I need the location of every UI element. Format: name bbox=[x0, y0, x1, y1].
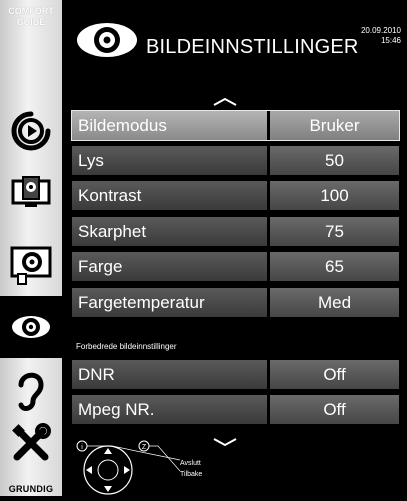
back-label: Tilbake bbox=[180, 471, 203, 478]
tools-icon[interactable] bbox=[0, 412, 62, 474]
menu-row-value[interactable]: Bruker bbox=[270, 111, 399, 140]
menu-row-lys[interactable]: Lys 50 bbox=[72, 146, 399, 175]
date-time: 20.09.2010 15:46 bbox=[361, 26, 401, 46]
date-text: 20.09.2010 bbox=[360, 26, 401, 35]
menu-row-label: DNR bbox=[72, 360, 267, 389]
exit-key-glyph: i bbox=[81, 444, 83, 451]
scroll-down-icon[interactable] bbox=[212, 434, 238, 447]
picture-eye-icon[interactable] bbox=[0, 296, 62, 358]
menu-row-value[interactable]: Off bbox=[270, 360, 399, 389]
time-text: 15:46 bbox=[380, 36, 401, 45]
menu-row-label: Fargetemperatur bbox=[72, 288, 267, 317]
menu-row-value[interactable]: Off bbox=[270, 395, 399, 424]
menu-row-dnr[interactable]: DNR Off bbox=[72, 360, 399, 389]
menu-row-value[interactable]: 75 bbox=[270, 217, 399, 246]
exit-label: Avslutt bbox=[180, 460, 201, 467]
menu-row-label: Kontrast bbox=[72, 181, 267, 210]
menu-row-label: Farge bbox=[72, 252, 267, 281]
menu-row-kontrast[interactable]: Kontrast 100 bbox=[72, 181, 399, 210]
picture-settings-panel: BILDEINNSTILLINGER 20.09.2010 15:46 Bild… bbox=[62, 0, 407, 496]
install-icon[interactable] bbox=[0, 234, 62, 296]
comfort-guide-label-line-2: GUIDE bbox=[16, 17, 46, 27]
comfort-guide-label: COMFORT GUIDE bbox=[0, 6, 62, 28]
comfort-guide-label-line-1: COMFORT bbox=[8, 6, 54, 16]
brand-logo: GRUNDIG bbox=[8, 484, 54, 494]
menu-row-value[interactable]: 50 bbox=[270, 146, 399, 175]
menu-row-value[interactable]: 65 bbox=[270, 252, 399, 281]
tv-settings-icon[interactable] bbox=[0, 162, 62, 224]
play-source-icon[interactable] bbox=[0, 100, 62, 162]
menu-row-label: Lys bbox=[72, 146, 267, 175]
menu-row-label: Skarphet bbox=[72, 217, 267, 246]
menu-row-bildemodus[interactable]: Bildemodus Bruker bbox=[71, 110, 400, 141]
menu-row-farge[interactable]: Farge 65 bbox=[72, 252, 399, 281]
key-legend: Avslutt Tilbake bbox=[180, 458, 202, 480]
eye-icon bbox=[76, 22, 138, 63]
menu-row-mpeg-nr[interactable]: Mpeg NR. Off bbox=[72, 395, 399, 424]
menu-row-skarphet[interactable]: Skarphet 75 bbox=[72, 217, 399, 246]
page-title: BILDEINNSTILLINGER bbox=[146, 36, 359, 58]
menu-row-fargetemperatur[interactable]: Fargetemperatur Med bbox=[72, 288, 399, 317]
menu-row-label: Mpeg NR. bbox=[72, 395, 267, 424]
remote-navigation-hint: i Z bbox=[72, 436, 192, 496]
menu-row-value[interactable]: Med bbox=[270, 288, 399, 317]
back-key-glyph: Z bbox=[142, 444, 147, 451]
section-label: Forbedrede bildeinnstillinger bbox=[76, 342, 177, 351]
menu-row-value[interactable]: 100 bbox=[270, 181, 399, 210]
scroll-up-icon[interactable] bbox=[212, 94, 238, 106]
comfort-guide-sidebar: COMFORT GUIDE GRUNDIG bbox=[0, 0, 62, 496]
menu-row-label: Bildemodus bbox=[72, 111, 267, 140]
